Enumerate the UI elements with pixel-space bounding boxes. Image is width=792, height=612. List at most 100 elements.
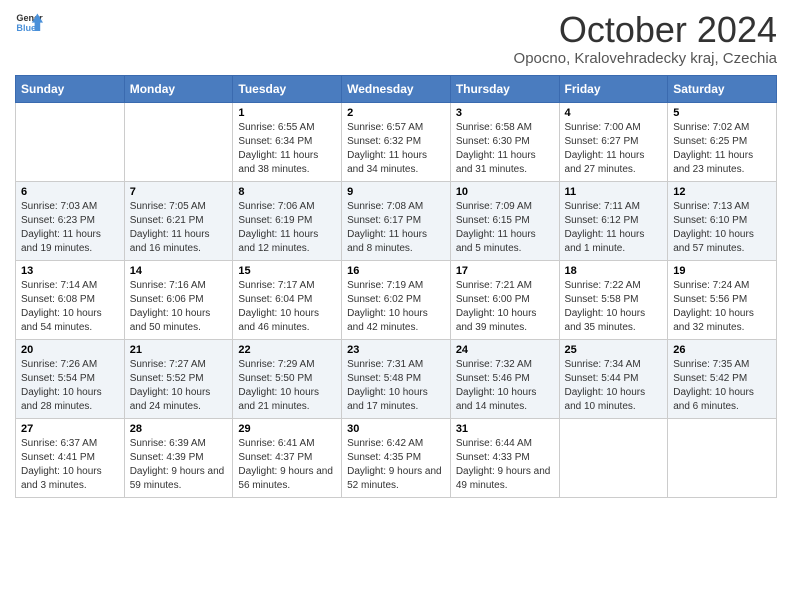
day-info: Sunrise: 7:32 AM Sunset: 5:46 PM Dayligh… (456, 358, 554, 414)
day-number: 12 (673, 186, 771, 198)
calendar-cell: 29 Sunrise: 6:41 AM Sunset: 4:37 PM Dayli… (233, 418, 342, 497)
weekday-header-row: SundayMondayTuesdayWednesdayThursdayFrid… (16, 75, 777, 102)
day-info: Sunrise: 6:41 AM Sunset: 4:37 PM Dayligh… (238, 437, 336, 493)
weekday-header-monday: Monday (124, 75, 233, 102)
day-number: 31 (456, 423, 554, 435)
calendar-cell: 23 Sunrise: 7:31 AM Sunset: 5:48 PM Dayli… (342, 339, 451, 418)
day-number: 2 (347, 107, 445, 119)
day-info: Sunrise: 7:22 AM Sunset: 5:58 PM Dayligh… (565, 279, 663, 335)
day-number: 10 (456, 186, 554, 198)
day-number: 30 (347, 423, 445, 435)
day-number: 17 (456, 265, 554, 277)
day-info: Sunrise: 6:57 AM Sunset: 6:32 PM Dayligh… (347, 121, 445, 177)
calendar-cell: 19 Sunrise: 7:24 AM Sunset: 5:56 PM Dayli… (668, 260, 777, 339)
calendar-cell: 30 Sunrise: 6:42 AM Sunset: 4:35 PM Dayli… (342, 418, 451, 497)
calendar-cell: 6Sunrise: 7:03 AM Sunset: 6:23 PM Daylig… (16, 181, 125, 260)
weekday-header-wednesday: Wednesday (342, 75, 451, 102)
calendar-cell: 20Sunrise: 7:26 AM Sunset: 5:54 PM Dayli… (16, 339, 125, 418)
day-info: Sunrise: 7:09 AM Sunset: 6:15 PM Dayligh… (456, 200, 554, 256)
day-info: Sunrise: 7:26 AM Sunset: 5:54 PM Dayligh… (21, 358, 119, 414)
day-number: 22 (238, 344, 336, 356)
day-info: Sunrise: 7:19 AM Sunset: 6:02 PM Dayligh… (347, 279, 445, 335)
day-info: Sunrise: 7:17 AM Sunset: 6:04 PM Dayligh… (238, 279, 336, 335)
weekday-header-friday: Friday (559, 75, 668, 102)
day-info: Sunrise: 7:11 AM Sunset: 6:12 PM Dayligh… (565, 200, 663, 256)
day-info: Sunrise: 7:34 AM Sunset: 5:44 PM Dayligh… (565, 358, 663, 414)
day-info: Sunrise: 6:39 AM Sunset: 4:39 PM Dayligh… (130, 437, 228, 493)
day-number: 3 (456, 107, 554, 119)
day-number: 8 (238, 186, 336, 198)
calendar-cell (124, 102, 233, 181)
day-info: Sunrise: 7:31 AM Sunset: 5:48 PM Dayligh… (347, 358, 445, 414)
day-info: Sunrise: 7:00 AM Sunset: 6:27 PM Dayligh… (565, 121, 663, 177)
calendar-cell: 11Sunrise: 7:11 AM Sunset: 6:12 PM Dayli… (559, 181, 668, 260)
calendar-cell (16, 102, 125, 181)
day-info: Sunrise: 7:05 AM Sunset: 6:21 PM Dayligh… (130, 200, 228, 256)
calendar-cell: 21 Sunrise: 7:27 AM Sunset: 5:52 PM Dayli… (124, 339, 233, 418)
day-info: Sunrise: 7:13 AM Sunset: 6:10 PM Dayligh… (673, 200, 771, 256)
calendar-cell: 16 Sunrise: 7:19 AM Sunset: 6:02 PM Dayli… (342, 260, 451, 339)
logo: General Blue (15, 10, 43, 38)
calendar-cell: 27Sunrise: 6:37 AM Sunset: 4:41 PM Dayli… (16, 418, 125, 497)
calendar-cell: 25 Sunrise: 7:34 AM Sunset: 5:44 PM Dayli… (559, 339, 668, 418)
day-number: 15 (238, 265, 336, 277)
day-number: 25 (565, 344, 663, 356)
calendar-cell: 2 Sunrise: 6:57 AM Sunset: 6:32 PM Daylig… (342, 102, 451, 181)
day-info: Sunrise: 7:16 AM Sunset: 6:06 PM Dayligh… (130, 279, 228, 335)
page-title: October 2024 (514, 10, 777, 50)
day-number: 13 (21, 265, 119, 277)
calendar-cell: 31 Sunrise: 6:44 AM Sunset: 4:33 PM Dayli… (450, 418, 559, 497)
day-number: 16 (347, 265, 445, 277)
day-info: Sunrise: 6:44 AM Sunset: 4:33 PM Dayligh… (456, 437, 554, 493)
calendar-cell: 4Sunrise: 7:00 AM Sunset: 6:27 PM Daylig… (559, 102, 668, 181)
calendar-cell: 28 Sunrise: 6:39 AM Sunset: 4:39 PM Dayli… (124, 418, 233, 497)
day-number: 18 (565, 265, 663, 277)
calendar-week-row: 27Sunrise: 6:37 AM Sunset: 4:41 PM Dayli… (16, 418, 777, 497)
day-info: Sunrise: 7:02 AM Sunset: 6:25 PM Dayligh… (673, 121, 771, 177)
day-number: 5 (673, 107, 771, 119)
day-number: 6 (21, 186, 119, 198)
day-info: Sunrise: 7:08 AM Sunset: 6:17 PM Dayligh… (347, 200, 445, 256)
weekday-header-tuesday: Tuesday (233, 75, 342, 102)
calendar-cell (559, 418, 668, 497)
generalblue-logo-icon: General Blue (15, 10, 43, 38)
calendar-cell: 13Sunrise: 7:14 AM Sunset: 6:08 PM Dayli… (16, 260, 125, 339)
calendar-cell: 7Sunrise: 7:05 AM Sunset: 6:21 PM Daylig… (124, 181, 233, 260)
day-number: 1 (238, 107, 336, 119)
day-number: 29 (238, 423, 336, 435)
day-info: Sunrise: 7:21 AM Sunset: 6:00 PM Dayligh… (456, 279, 554, 335)
calendar-week-row: 1 Sunrise: 6:55 AM Sunset: 6:34 PM Daylig… (16, 102, 777, 181)
day-number: 28 (130, 423, 228, 435)
day-number: 24 (456, 344, 554, 356)
calendar-cell: 1 Sunrise: 6:55 AM Sunset: 6:34 PM Daylig… (233, 102, 342, 181)
day-number: 21 (130, 344, 228, 356)
day-number: 14 (130, 265, 228, 277)
day-number: 9 (347, 186, 445, 198)
calendar-cell: 26Sunrise: 7:35 AM Sunset: 5:42 PM Dayli… (668, 339, 777, 418)
page: General Blue October 2024 Opocno, Kralov… (0, 0, 792, 513)
title-block: October 2024 Opocno, Kralovehradecky kra… (514, 10, 777, 67)
weekday-header-thursday: Thursday (450, 75, 559, 102)
page-subtitle: Opocno, Kralovehradecky kraj, Czechia (514, 50, 777, 67)
calendar-cell (668, 418, 777, 497)
calendar-week-row: 6Sunrise: 7:03 AM Sunset: 6:23 PM Daylig… (16, 181, 777, 260)
calendar-table: SundayMondayTuesdayWednesdayThursdayFrid… (15, 75, 777, 498)
day-info: Sunrise: 7:24 AM Sunset: 5:56 PM Dayligh… (673, 279, 771, 335)
day-info: Sunrise: 6:42 AM Sunset: 4:35 PM Dayligh… (347, 437, 445, 493)
day-number: 27 (21, 423, 119, 435)
day-info: Sunrise: 7:27 AM Sunset: 5:52 PM Dayligh… (130, 358, 228, 414)
calendar-week-row: 13Sunrise: 7:14 AM Sunset: 6:08 PM Dayli… (16, 260, 777, 339)
calendar-cell: 18 Sunrise: 7:22 AM Sunset: 5:58 PM Dayli… (559, 260, 668, 339)
day-info: Sunrise: 7:29 AM Sunset: 5:50 PM Dayligh… (238, 358, 336, 414)
header: General Blue October 2024 Opocno, Kralov… (15, 10, 777, 67)
day-number: 26 (673, 344, 771, 356)
calendar-cell: 15 Sunrise: 7:17 AM Sunset: 6:04 PM Dayli… (233, 260, 342, 339)
calendar-cell: 3 Sunrise: 6:58 AM Sunset: 6:30 PM Daylig… (450, 102, 559, 181)
calendar-cell: 22 Sunrise: 7:29 AM Sunset: 5:50 PM Dayli… (233, 339, 342, 418)
day-info: Sunrise: 6:58 AM Sunset: 6:30 PM Dayligh… (456, 121, 554, 177)
calendar-cell: 8 Sunrise: 7:06 AM Sunset: 6:19 PM Daylig… (233, 181, 342, 260)
day-info: Sunrise: 7:06 AM Sunset: 6:19 PM Dayligh… (238, 200, 336, 256)
day-number: 19 (673, 265, 771, 277)
day-number: 23 (347, 344, 445, 356)
day-info: Sunrise: 6:55 AM Sunset: 6:34 PM Dayligh… (238, 121, 336, 177)
